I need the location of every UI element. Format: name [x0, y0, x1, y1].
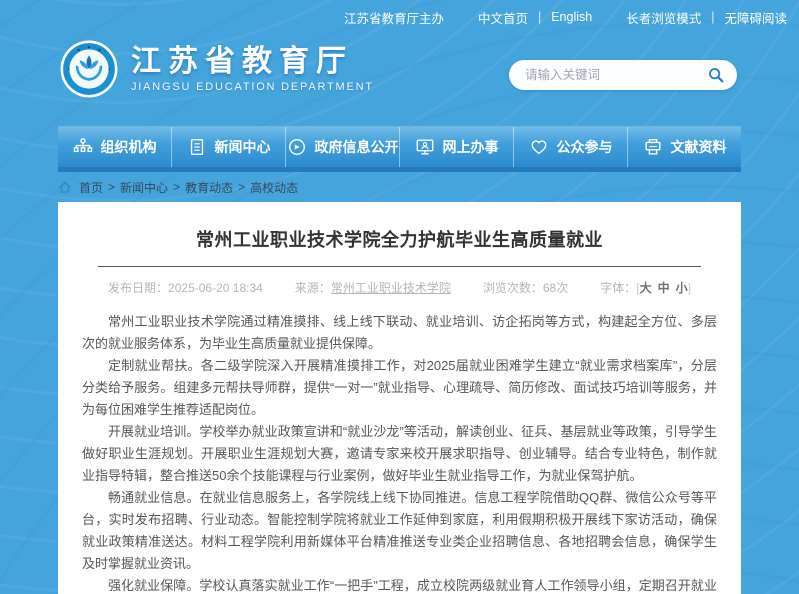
- org-chart-icon: [73, 137, 93, 157]
- title-divider: [98, 266, 701, 267]
- article-paragraph: 开展就业培训。学校举办就业政策宣讲和“就业沙龙”等活动，解读创业、征兵、基层就业…: [82, 421, 717, 487]
- article-card: 常州工业职业技术学院全力护航毕业生高质量就业 发布日期：2025-06-20 1…: [58, 202, 741, 594]
- english-link[interactable]: English: [551, 10, 592, 24]
- site-subtitle: JIANGSU EDUCATION DEPARTMENT: [131, 81, 374, 93]
- article-paragraph: 畅通就业信息。在就业信息服务上，各学院线上线下协同推进。信息工程学院借助QQ群、…: [82, 487, 717, 575]
- separator: |: [538, 10, 541, 24]
- site-title: 江苏省教育厅: [131, 45, 374, 78]
- chinese-home-link[interactable]: 中文首页: [478, 8, 528, 27]
- jiangsu-education-emblem-icon: [60, 40, 118, 98]
- source: 来源：常州工业职业技术学院: [295, 279, 451, 296]
- nav-item-online-services[interactable]: 网上办事: [399, 127, 513, 167]
- publish-date: 发布日期：2025-06-20 18:34: [108, 279, 263, 296]
- article-body: 常州工业职业技术学院通过精准摸排、线上线下联动、就业培训、访企拓岗等方式，构建起…: [82, 311, 717, 594]
- article-meta: 发布日期：2025-06-20 18:34 来源：常州工业职业技术学院 浏览次数…: [82, 279, 717, 296]
- breadcrumb-home[interactable]: 首页: [79, 179, 103, 196]
- nav-item-documents[interactable]: 文献资料: [627, 127, 741, 167]
- breadcrumb: 首页 > 新闻中心 > 教育动态 > 高校动态: [58, 172, 741, 202]
- nav-label: 公众参与: [557, 137, 613, 157]
- search-input[interactable]: [523, 67, 705, 83]
- nav-item-info-disclosure[interactable]: 政府信息公开: [285, 127, 399, 167]
- primary-nav: 组织机构 新闻中心 政府信息公开: [58, 126, 741, 172]
- article-paragraph: 定制就业帮扶。各二级学院深入开展精准摸排工作，对2025届就业困难学生建立“就业…: [82, 355, 717, 421]
- nav-item-public-participation[interactable]: 公众参与: [513, 127, 627, 167]
- top-utility-bar: 江苏省教育厅主办 中文首页 | English 长者浏览模式 | 无障碍阅读: [0, 0, 799, 34]
- breadcrumb-education-news[interactable]: 教育动态: [185, 179, 233, 196]
- page: 江苏省教育厅主办 中文首页 | English 长者浏览模式 | 无障碍阅读: [0, 0, 799, 594]
- nav-label: 政府信息公开: [315, 137, 399, 157]
- news-doc-icon: [187, 137, 207, 157]
- article-paragraph: 强化就业保障。学校认真落实就业工作“一把手”工程，成立校院两级就业育人工作领导小…: [82, 575, 717, 594]
- nav-item-news-center[interactable]: 新闻中心: [171, 127, 285, 167]
- search-button[interactable]: [705, 64, 727, 86]
- nav-label: 文献资料: [671, 137, 727, 157]
- nav-item-organization[interactable]: 组织机构: [58, 127, 171, 167]
- breadcrumb-separator: >: [173, 180, 180, 194]
- font-medium-button[interactable]: 中: [658, 279, 670, 296]
- site-header: 江苏省教育厅 JIANGSU EDUCATION DEPARTMENT: [0, 34, 799, 126]
- host-link[interactable]: 江苏省教育厅主办: [344, 8, 444, 27]
- nav-label: 组织机构: [101, 137, 157, 157]
- home-icon: [58, 181, 72, 194]
- accessibility-link[interactable]: 无障碍阅读: [724, 8, 787, 27]
- font-large-button[interactable]: 大: [640, 279, 652, 296]
- breadcrumb-separator: >: [108, 180, 115, 194]
- magnifier-icon: [707, 66, 725, 84]
- breadcrumb-university-news[interactable]: 高校动态: [250, 179, 298, 196]
- heart-icon: [529, 137, 549, 157]
- archive-printer-icon: [643, 137, 663, 157]
- online-service-monitor-icon: [415, 137, 435, 157]
- site-title-block: 江苏省教育厅 JIANGSU EDUCATION DEPARTMENT: [131, 45, 374, 93]
- article-paragraph: 常州工业职业技术学院通过精准摸排、线上线下联动、就业培训、访企拓岗等方式，构建起…: [82, 311, 717, 355]
- breadcrumb-news-center[interactable]: 新闻中心: [120, 179, 168, 196]
- view-count: 浏览次数：68次: [483, 279, 568, 296]
- info-disclosure-icon: [287, 137, 307, 157]
- separator: |: [711, 10, 714, 24]
- search-box: [509, 60, 737, 90]
- article-title: 常州工业职业技术学院全力护航毕业生高质量就业: [82, 226, 717, 252]
- nav-label: 网上办事: [443, 137, 499, 157]
- elder-mode-link[interactable]: 长者浏览模式: [626, 8, 701, 27]
- source-link[interactable]: 常州工业职业技术学院: [331, 281, 451, 295]
- font-size-control: 字体：[大中小]: [600, 279, 691, 296]
- site-brand[interactable]: 江苏省教育厅 JIANGSU EDUCATION DEPARTMENT: [60, 40, 374, 98]
- font-small-button[interactable]: 小: [676, 279, 688, 296]
- nav-label: 新闻中心: [215, 137, 271, 157]
- breadcrumb-separator: >: [238, 180, 245, 194]
